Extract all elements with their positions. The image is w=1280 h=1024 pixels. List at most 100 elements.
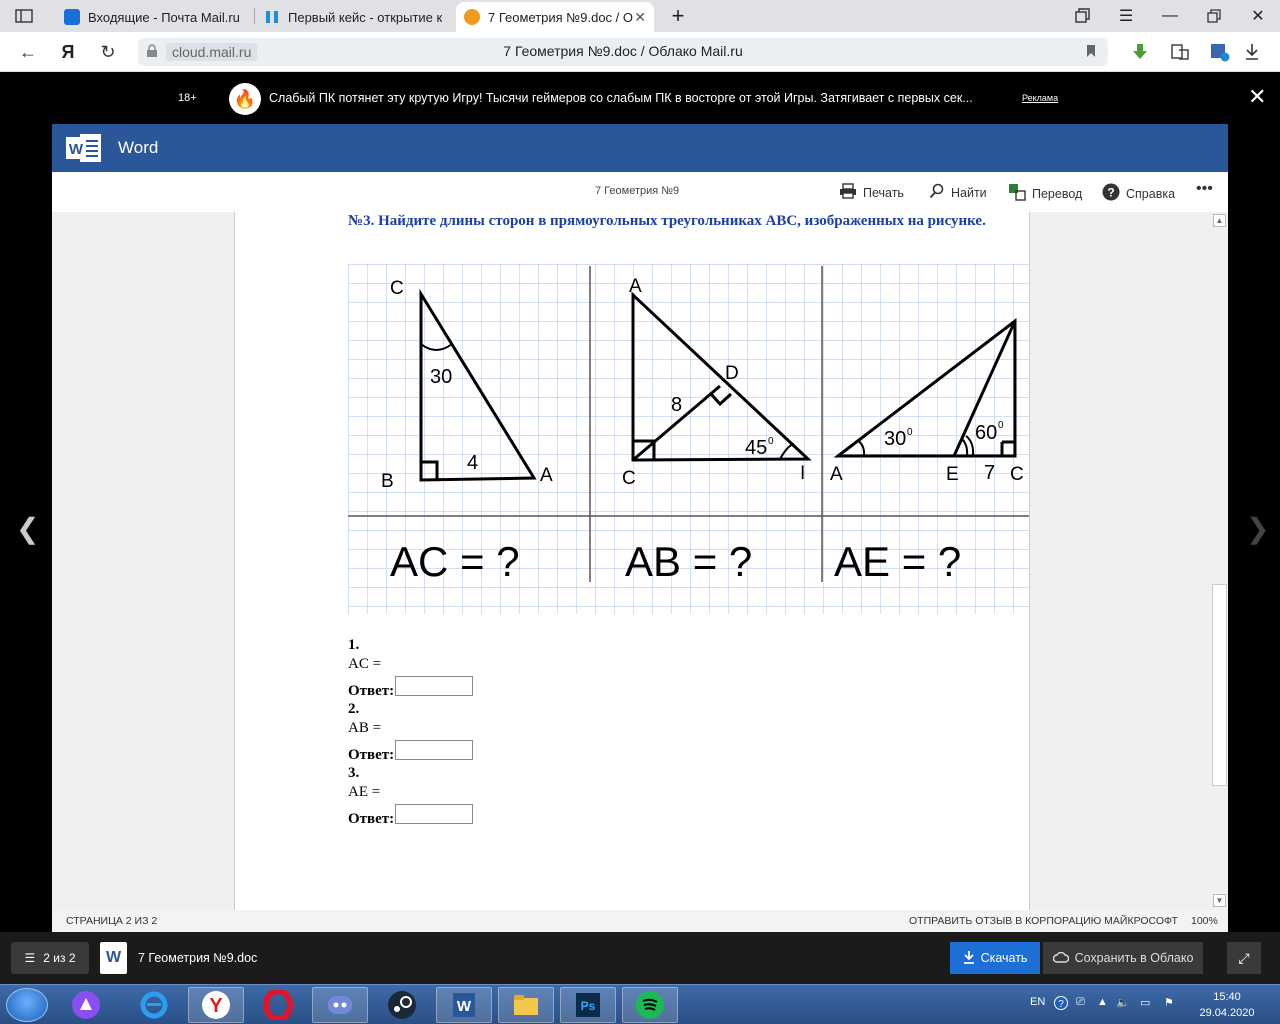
- extensions-icon[interactable]: [1166, 38, 1194, 66]
- action-center-icon[interactable]: ⚑: [1164, 996, 1174, 1009]
- collections-icon[interactable]: [1060, 0, 1104, 32]
- status-bar: СТРАНИЦА 2 ИЗ 2 ОТПРАВИТЬ ОТЗЫВ В КОРПОР…: [52, 910, 1228, 932]
- word-doc-icon: W: [100, 942, 127, 974]
- language-indicator[interactable]: EN: [1030, 996, 1045, 1008]
- minimize-icon[interactable]: —: [1148, 0, 1192, 32]
- mail-icon: [64, 9, 80, 25]
- fig2-label-d: D: [725, 363, 739, 384]
- translate-icon: [1008, 183, 1026, 204]
- clock[interactable]: 15:40 29.04.2020: [1196, 989, 1258, 1021]
- find-button[interactable]: Найти: [929, 183, 987, 202]
- vertical-scrollbar[interactable]: ▲ ▼: [1211, 212, 1228, 910]
- feedback-link[interactable]: ОТПРАВИТЬ ОТЗЫВ В КОРПОРАЦИЮ МАЙКРОСОФТ: [909, 915, 1178, 927]
- opera-icon[interactable]: [250, 987, 306, 1023]
- answer-3-label: Ответ:: [348, 811, 395, 827]
- alice-icon[interactable]: [58, 987, 114, 1023]
- fig2-question: AB = ?: [625, 538, 752, 585]
- show-hidden-icons[interactable]: ▲: [1097, 996, 1108, 1008]
- answers-section: 1. AC = Ответ: 2. AB = Ответ: 3. AE = От…: [348, 636, 474, 828]
- tab-first-case[interactable]: Первый кейс - открытие к: [256, 2, 452, 32]
- next-page-icon[interactable]: ❯: [1246, 512, 1269, 545]
- reload-icon[interactable]: ↻: [94, 38, 122, 66]
- steam-icon[interactable]: [374, 987, 430, 1023]
- display-tray-icon[interactable]: ⎚: [1076, 996, 1085, 1009]
- help-tray-icon[interactable]: ?: [1054, 996, 1068, 1013]
- time: 15:40: [1213, 991, 1241, 1003]
- ad-label[interactable]: Реклама: [1022, 93, 1058, 103]
- browser-tab-strip: Входящие - Почта Mail.ru Первый кейс - о…: [0, 0, 1280, 32]
- answer-1-expr: AC =: [348, 656, 382, 672]
- document-title: 7 Геометрия №9: [595, 185, 680, 197]
- tab-separator: [254, 8, 255, 24]
- fig1-question: AC = ?: [390, 538, 520, 585]
- answer-1-input[interactable]: [395, 676, 474, 696]
- scroll-up-icon[interactable]: ▲: [1213, 214, 1226, 227]
- bookmark-icon[interactable]: [1086, 44, 1096, 63]
- new-tab-button[interactable]: +: [656, 0, 700, 32]
- scroll-down-icon[interactable]: ▼: [1213, 894, 1226, 907]
- restore-icon[interactable]: [1192, 0, 1236, 32]
- page-indicator: СТРАНИЦА 2 ИЗ 2: [66, 915, 158, 927]
- word-toolbar: 7 Геометрия №9 Печать Найти Перевод ? Сп…: [52, 172, 1228, 212]
- word-app-icon[interactable]: W: [436, 987, 492, 1023]
- fire-icon: 🔥: [229, 83, 261, 115]
- app-name: Word: [118, 138, 159, 157]
- translate-button[interactable]: Перевод: [1008, 183, 1082, 204]
- zoom-level[interactable]: 100%: [1191, 915, 1218, 927]
- internet-explorer-icon[interactable]: [126, 987, 182, 1023]
- prev-page-icon[interactable]: ❮: [16, 512, 39, 545]
- fig3-angle-60: 60: [975, 422, 997, 444]
- fig3-side: 7: [984, 462, 995, 484]
- tab-mail-inbox[interactable]: Входящие - Почта Mail.ru: [56, 2, 252, 32]
- photoshop-icon[interactable]: Ps: [560, 987, 616, 1023]
- site-logo-icon: [264, 9, 280, 25]
- download-arrow-icon[interactable]: [1126, 38, 1154, 66]
- answer-2-row: Ответ:: [348, 738, 474, 764]
- back-icon[interactable]: ←: [14, 38, 42, 66]
- ad-banner[interactable]: 18+ 🔥 Слабый ПК потянет эту крутую Игру!…: [0, 72, 1280, 124]
- answer-2-input[interactable]: [395, 740, 474, 760]
- viewer-bar: ☰ 2 из 2 W 7 Геометрия №9.doc Скачать Со…: [0, 932, 1280, 984]
- fig3-degree-2: 0: [998, 420, 1004, 431]
- cloud-mail-icon: [464, 9, 480, 25]
- download-button[interactable]: Скачать: [950, 942, 1040, 974]
- svg-text:Ps: Ps: [581, 999, 596, 1013]
- yandex-icon[interactable]: Я: [54, 38, 82, 66]
- yandex-browser-icon[interactable]: Y: [188, 987, 244, 1023]
- file-explorer-icon[interactable]: [498, 987, 554, 1023]
- answer-1-label: Ответ:: [348, 683, 395, 699]
- more-options-icon[interactable]: •••: [1196, 180, 1213, 198]
- pages-button[interactable]: ☰ 2 из 2: [11, 942, 89, 974]
- date: 29.04.2020: [1199, 1007, 1255, 1019]
- downloads-icon[interactable]: [1238, 38, 1266, 66]
- ad-text[interactable]: Слабый ПК потянет эту крутую Игру! Тысяч…: [269, 91, 973, 105]
- tab-geometry-doc[interactable]: 7 Геометрия №9.doc / О ✕: [456, 2, 654, 32]
- spotify-icon[interactable]: [622, 987, 678, 1023]
- viewer-doc-name: 7 Геометрия №9.doc: [138, 951, 258, 965]
- menu-icon[interactable]: ☰: [1104, 0, 1148, 32]
- download-label: Скачать: [980, 951, 1028, 965]
- translate-label: Перевод: [1032, 186, 1083, 201]
- scroll-thumb[interactable]: [1212, 584, 1227, 786]
- answer-2-label: Ответ:: [348, 747, 395, 763]
- answer-3-input[interactable]: [395, 804, 474, 824]
- word-extension-icon[interactable]: [1206, 38, 1234, 66]
- fig2-degree: 0: [768, 436, 774, 447]
- close-ad-icon[interactable]: ✕: [1248, 84, 1266, 110]
- save-to-cloud-button[interactable]: Сохранить в Облако: [1043, 942, 1203, 974]
- close-window-icon[interactable]: ✕: [1236, 0, 1280, 32]
- print-button[interactable]: Печать: [839, 183, 904, 202]
- discord-icon[interactable]: [312, 987, 368, 1023]
- search-icon: [929, 183, 945, 202]
- start-button[interactable]: [6, 988, 48, 1022]
- network-icon[interactable]: ▭: [1140, 996, 1150, 1009]
- close-tab-icon[interactable]: ✕: [634, 9, 646, 26]
- help-button[interactable]: ? Справка: [1102, 183, 1175, 204]
- fig1-angle: 30: [430, 366, 452, 388]
- tabs-panel-icon[interactable]: [2, 0, 46, 32]
- answer-1-row: Ответ:: [348, 674, 474, 700]
- url-bar[interactable]: cloud.mail.ru 7 Геометрия №9.doc / Облак…: [138, 38, 1108, 66]
- document-area: №3. Найдите длины сторон в прямоугольных…: [52, 212, 1228, 910]
- volume-icon[interactable]: 🔈: [1116, 996, 1130, 1009]
- fullscreen-icon[interactable]: ⤢: [1227, 942, 1261, 974]
